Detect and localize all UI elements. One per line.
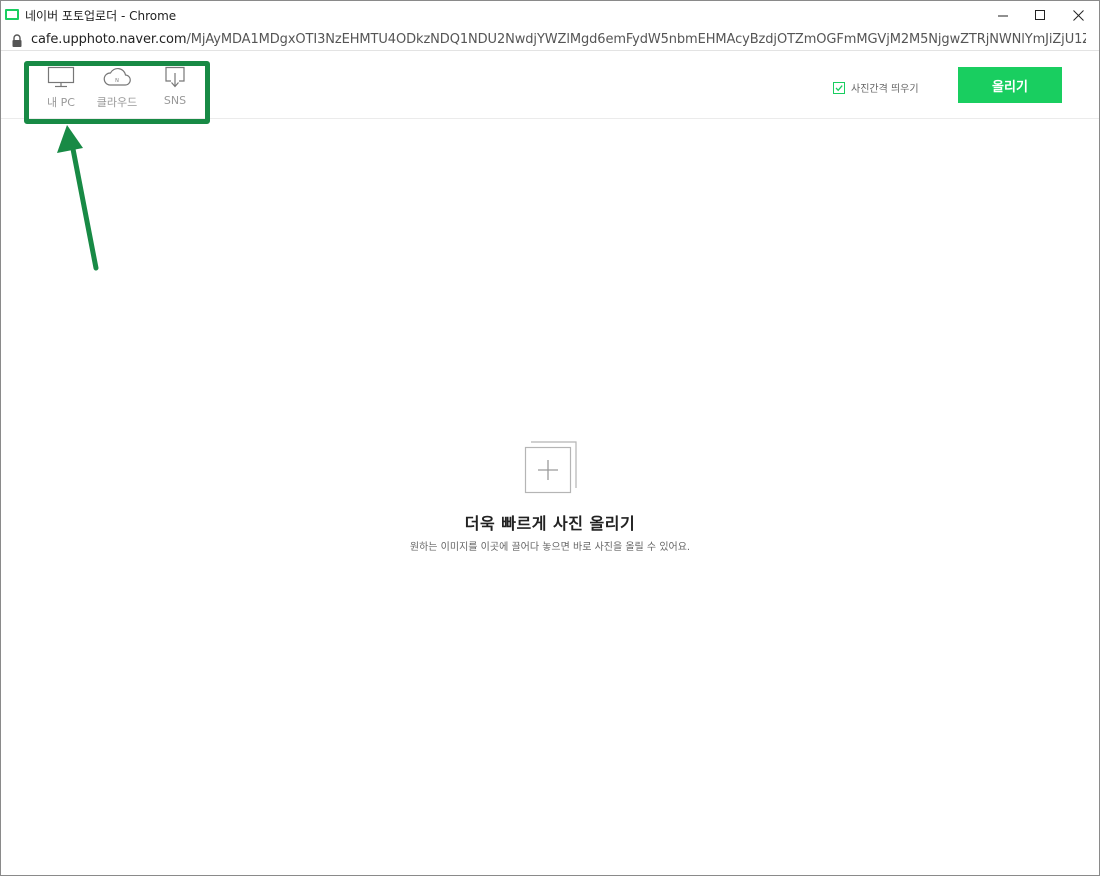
photo-spacing-option[interactable]: 사진간격 띄우기 [833,80,919,95]
monitor-icon [47,66,75,88]
cloud-label: 클라우드 [96,96,138,109]
minimize-button[interactable] [986,1,1020,29]
drop-area-title: 더욱 빠르게 사진 올리기 [464,514,636,533]
my-pc-button[interactable]: 내 PC [33,66,89,112]
url-text[interactable]: cafe.upphoto.naver.com/MjAyMDA1MDgxOTI3N… [31,32,1086,47]
url-path: /MjAyMDA1MDgxOTI3NzEHMTU4ODkzNDQ1NDU2Nwd… [186,32,1086,47]
maximize-button[interactable] [1023,1,1057,29]
svg-text:N: N [115,78,119,84]
photo-drop-area[interactable]: 더욱 빠르게 사진 올리기 원하는 이미지를 이곳에 끌어다 놓으면 바로 사진… [1,120,1099,875]
address-bar[interactable]: cafe.upphoto.naver.com/MjAyMDA1MDgxOTI3N… [1,29,1099,51]
close-button[interactable] [1061,1,1095,29]
sns-button[interactable]: SNS [147,66,203,112]
uploader-toolbar: 내 PC N 클라우드 SNS 사진간격 띄우기 올리기 [1,52,1099,119]
photo-spacing-label: 사진간격 띄우기 [851,84,919,95]
checkbox-icon[interactable] [833,81,845,94]
browser-window: 네이버 포토업로더 - Chrome cafe.upphoto.naver.co… [0,0,1100,876]
lock-icon [11,33,23,47]
url-host: cafe.upphoto.naver.com [31,32,187,47]
cloud-button[interactable]: N 클라우드 [89,66,145,112]
window-title: 네이버 포토업로더 - Chrome [25,9,177,23]
cloud-icon: N [103,67,131,86]
add-photo-icon [524,441,580,499]
drop-area-description: 원하는 이미지를 이곳에 끌어다 놓으면 바로 사진을 올릴 수 있어요. [409,542,691,553]
sns-label: SNS [163,94,187,107]
title-bar: 네이버 포토업로더 - Chrome [1,1,1099,29]
upload-button[interactable]: 올리기 [958,67,1062,103]
my-pc-label: 내 PC [47,96,75,109]
sns-download-icon [165,66,185,88]
app-icon [5,9,19,20]
